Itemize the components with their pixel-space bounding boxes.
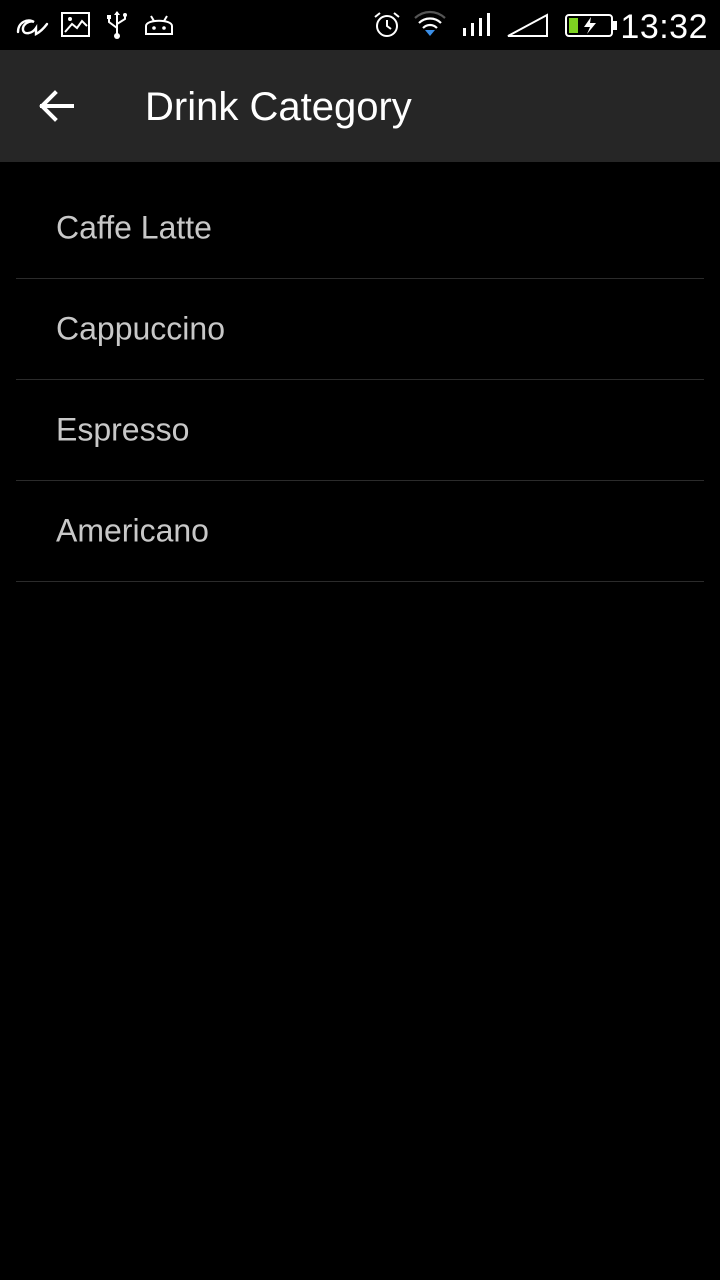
action-bar: Drink Category bbox=[0, 50, 720, 162]
list-item-americano[interactable]: Americano bbox=[16, 481, 704, 582]
alarm-icon bbox=[372, 10, 402, 40]
arrow-back-icon bbox=[39, 90, 74, 122]
back-button[interactable] bbox=[20, 70, 92, 142]
android-debug-icon bbox=[142, 10, 176, 40]
page-title: Drink Category bbox=[145, 85, 412, 129]
aliwangwang-icon bbox=[14, 10, 50, 40]
status-time: 13:32 bbox=[620, 8, 708, 46]
screen: 13:32 Drink Category Caffe Latte Cappucc… bbox=[0, 0, 720, 1280]
list-item-espresso[interactable]: Espresso bbox=[16, 380, 704, 481]
list-item-label: Espresso bbox=[56, 411, 190, 448]
list-item-caffe-latte[interactable]: Caffe Latte bbox=[16, 178, 704, 279]
status-bar: 13:32 bbox=[0, 0, 720, 50]
wifi-icon bbox=[412, 10, 448, 40]
list-item-label: Caffe Latte bbox=[56, 209, 212, 246]
image-icon bbox=[60, 10, 92, 40]
cell-signal-icon bbox=[460, 10, 496, 40]
list-item-label: Americano bbox=[56, 512, 209, 549]
battery-charging-icon bbox=[564, 10, 620, 40]
list-item-cappuccino[interactable]: Cappuccino bbox=[16, 279, 704, 380]
usb-icon bbox=[102, 10, 132, 40]
signal-triangle-icon bbox=[506, 10, 550, 40]
list-item-label: Cappuccino bbox=[56, 310, 225, 347]
category-list: Caffe Latte Cappuccino Espresso American… bbox=[16, 178, 704, 582]
